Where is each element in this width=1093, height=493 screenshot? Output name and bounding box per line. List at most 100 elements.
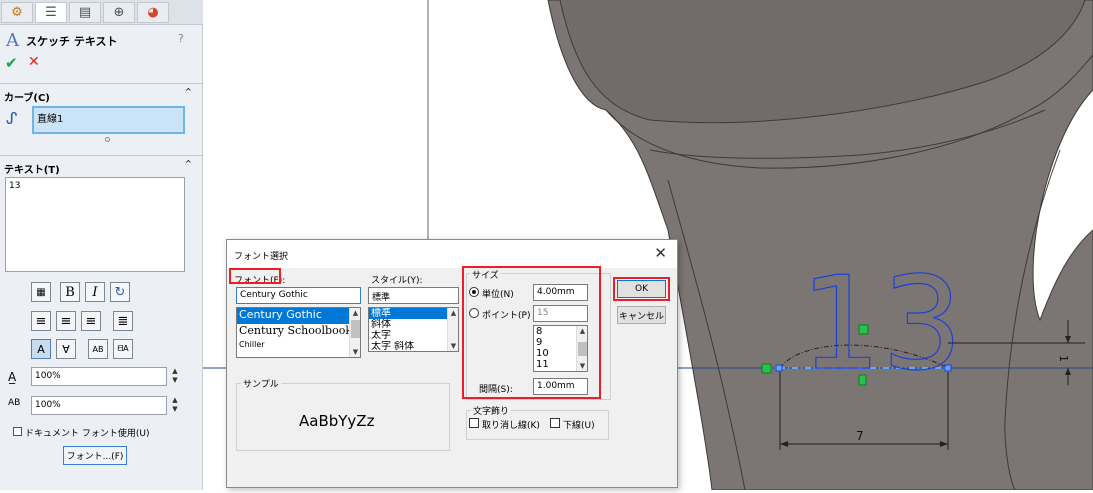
flip-horizontal-off-button[interactable]: AB <box>88 339 108 359</box>
dialog-titlebar[interactable]: フォント選択 ✕ <box>227 240 677 268</box>
font-list[interactable]: Century Gothic Century Schoolbook Chille… <box>236 307 361 358</box>
feature-manager-icon: ⚙ <box>11 5 23 20</box>
property-manager-icon: ☰ <box>45 5 57 20</box>
font-list-item[interactable]: Century Gothic <box>237 308 360 324</box>
spacing-label: 間隔(S): <box>479 385 513 395</box>
font-list-item[interactable]: Century Schoolbook <box>237 324 360 340</box>
chevron-up-icon: ⌃ <box>183 158 193 171</box>
rotate-button[interactable]: ↻ <box>110 282 130 302</box>
scroll-thumb[interactable] <box>578 342 587 356</box>
spacing-factor-spinner[interactable]: ▲ ▼ <box>168 396 182 415</box>
underline-checkbox[interactable] <box>550 418 560 428</box>
strikeout-checkbox[interactable] <box>469 418 479 428</box>
sketch-text-icon: A <box>6 30 19 51</box>
font-dialog: フォント選択 ✕ フォント(F): Century Gothic Century… <box>226 239 678 488</box>
scroll-thumb[interactable] <box>351 320 360 338</box>
curve-icon: ᔑ <box>6 109 18 128</box>
style-list-item[interactable]: 太字 <box>369 330 458 341</box>
rotate-icon: ↻ <box>114 284 126 300</box>
ok-button[interactable]: OK <box>617 280 666 298</box>
align-right-icon: ≡ <box>85 313 97 329</box>
scroll-up-icon[interactable]: ▲ <box>448 308 458 318</box>
help-icon[interactable]: ? <box>178 32 184 45</box>
spacing-factor-field[interactable]: 100% <box>31 396 167 415</box>
curve-selection-box[interactable]: 直線1 <box>32 106 185 134</box>
style-label: スタイル(Y): <box>371 276 423 286</box>
ok-check-icon[interactable]: ✔ <box>5 54 18 72</box>
dim-width-value: 7 <box>856 429 864 443</box>
strikeout-label: 取り消し線(K) <box>482 421 540 431</box>
italic-button[interactable]: I <box>85 282 105 302</box>
display-manager-tab[interactable]: ◕ <box>137 2 169 23</box>
text-flip-vertical-icon: ∀ <box>62 342 70 356</box>
points-radio[interactable] <box>469 308 479 318</box>
cancel-x-icon[interactable]: ✕ <box>28 54 40 70</box>
width-factor-icon: A̲ <box>8 370 17 384</box>
bold-button[interactable]: B <box>60 282 80 302</box>
dimxpert-icon: ⊕ <box>113 5 125 20</box>
font-list-scrollbar[interactable]: ▲ ▼ <box>349 308 360 357</box>
feature-manager-tab[interactable]: ⚙ <box>1 2 33 23</box>
manager-tabs: ⚙ ☰ ▤ ⊕ ◕ <box>0 0 203 25</box>
text-input[interactable]: 13 <box>5 177 185 272</box>
line-endpoint-left <box>775 364 783 372</box>
points-label: ポイント(P) <box>482 311 531 321</box>
configuration-manager-tab[interactable]: ▤ <box>69 2 101 23</box>
style-list-item[interactable]: 太字 斜体 <box>369 341 458 351</box>
align-left-button[interactable]: ≡ <box>31 311 51 331</box>
scroll-up-icon[interactable]: ▲ <box>577 326 587 336</box>
sample-text: AaBbYyZz <box>299 412 375 430</box>
panel-title: スケッチ テキスト <box>26 35 118 48</box>
align-center-icon: ≡ <box>60 313 72 329</box>
property-manager-tab[interactable]: ☰ <box>35 2 67 23</box>
property-manager-panel: ⚙ ☰ ▤ ⊕ ◕ A スケッチ テキスト ? ✔ ✕ カーブ(C) ⌃ ᔑ 直… <box>0 0 203 490</box>
align-center-button[interactable]: ≡ <box>56 311 76 331</box>
width-factor-spinner[interactable]: ▲ ▼ <box>168 367 182 386</box>
display-manager-icon: ◕ <box>147 5 159 20</box>
configuration-manager-icon: ▤ <box>78 5 92 20</box>
units-label: 単位(N) <box>482 290 514 300</box>
sketch-text-13: 13 <box>800 250 963 399</box>
close-icon[interactable]: ✕ <box>654 244 667 262</box>
scroll-down-icon[interactable]: ▼ <box>577 361 587 371</box>
scroll-down-icon[interactable]: ▼ <box>448 341 458 351</box>
font-list-item[interactable]: Chiller <box>237 340 360 354</box>
align-right-button[interactable]: ≡ <box>81 311 101 331</box>
relation-coincident-icon <box>761 363 772 374</box>
font-name-input[interactable]: Century Gothic <box>236 287 361 304</box>
justify-button[interactable]: ≣ <box>113 311 133 331</box>
scroll-up-icon[interactable]: ▲ <box>350 308 360 318</box>
style-list-item[interactable]: 標準 <box>369 308 458 319</box>
ab-icon: AB <box>92 344 104 354</box>
curve-section-header[interactable]: カーブ(C) ⌃ <box>0 83 203 104</box>
points-list-scrollbar[interactable]: ▲ ▼ <box>576 326 587 371</box>
style-list-item[interactable]: 斜体 <box>369 319 458 330</box>
style-list[interactable]: 標準 斜体 太字 太字 斜体 ▲ ▼ <box>368 307 459 352</box>
resize-grip[interactable] <box>105 137 110 142</box>
text-section-header[interactable]: テキスト(T) ⌃ <box>0 155 203 176</box>
link-property-button[interactable]: ▦ <box>31 282 51 302</box>
spacing-input[interactable]: 1.00mm <box>533 378 588 395</box>
text-upright-icon: A <box>37 342 45 356</box>
ab-mirror-icon: ᗺA <box>117 344 129 353</box>
scroll-down-icon[interactable]: ▼ <box>350 347 360 357</box>
underline-label: 下線(U) <box>563 421 595 431</box>
font-button[interactable]: フォント...(F) <box>63 446 127 465</box>
flip-vertical-button[interactable]: ∀ <box>56 339 76 359</box>
width-factor-field[interactable]: 100% <box>31 367 167 386</box>
effects-label: 文字飾り <box>471 404 512 417</box>
use-document-font-checkbox[interactable] <box>13 427 22 436</box>
points-input[interactable]: 15 <box>533 305 588 322</box>
chevron-up-icon: ⌃ <box>183 86 193 99</box>
dimxpert-tab[interactable]: ⊕ <box>103 2 135 23</box>
style-input[interactable]: 標準 <box>368 287 459 304</box>
units-input[interactable]: 4.00mm <box>533 284 588 301</box>
flip-vertical-off-button[interactable]: A <box>31 339 51 359</box>
style-list-scrollbar[interactable]: ▲ ▼ <box>447 308 458 351</box>
align-left-icon: ≡ <box>35 313 47 329</box>
points-list[interactable]: 8 9 10 11 ▲ ▼ <box>533 325 588 372</box>
flip-horizontal-button[interactable]: ᗺA <box>113 339 133 359</box>
text-section-label: テキスト(T) <box>4 165 60 176</box>
cancel-button[interactable]: キャンセル <box>617 306 666 324</box>
units-radio[interactable] <box>469 287 479 297</box>
